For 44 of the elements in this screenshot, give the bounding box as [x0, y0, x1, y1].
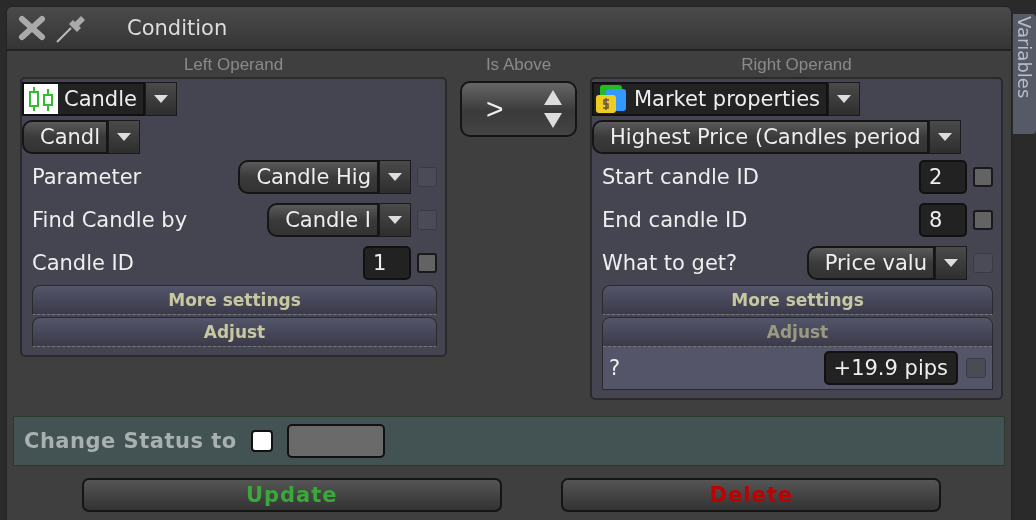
checkbox[interactable] — [417, 252, 437, 273]
section-header[interactable]: Adjust — [32, 317, 437, 347]
caret-icon — [388, 215, 402, 224]
number-field[interactable]: 1 — [363, 245, 411, 280]
field-label: What to get? — [602, 250, 739, 275]
status-field[interactable] — [286, 424, 385, 458]
source-dropdown[interactable]: Candle — [22, 82, 145, 116]
field-label: Candle ID — [32, 250, 135, 275]
section-header[interactable]: More settings — [602, 285, 993, 315]
number-field[interactable]: 2 — [919, 159, 967, 194]
checkbox[interactable] — [973, 209, 993, 230]
field-label: Start candle ID — [602, 164, 760, 189]
dropdown[interactable]: Candle Hig — [238, 159, 379, 194]
money-cards-icon — [594, 83, 628, 115]
caret-icon — [944, 258, 958, 267]
dropdown[interactable]: Candl — [22, 120, 108, 154]
caret-icon — [153, 95, 168, 103]
dropdown[interactable]: Price valu — [806, 245, 935, 280]
caret-icon — [117, 133, 131, 141]
section-header[interactable]: More settings — [32, 285, 437, 315]
number-field[interactable]: +19.9 pips — [823, 351, 958, 385]
caret-icon — [388, 172, 402, 181]
candlestick-icon — [24, 84, 58, 114]
operator-spinner[interactable]: > — [460, 81, 577, 137]
side-tab[interactable]: Variables — [1013, 14, 1036, 134]
close-icon[interactable] — [17, 14, 47, 42]
checkbox[interactable] — [973, 166, 993, 187]
window-title: Condition — [127, 16, 228, 40]
dropdown[interactable]: Highest Price (Candles period — [592, 120, 929, 154]
field-label: Parameter — [32, 164, 143, 189]
field-label: Find Candle by — [32, 207, 189, 232]
field-label: ? — [609, 356, 622, 380]
column-heading: Right Operand — [740, 55, 853, 76]
column-heading: Left Operand — [182, 55, 285, 76]
number-field[interactable]: 8 — [919, 202, 967, 237]
source-dropdown[interactable]: Market properties — [592, 82, 829, 116]
checkbox[interactable] — [250, 430, 273, 452]
dropdown[interactable]: Candle I — [267, 202, 379, 237]
up-down-arrows-icon — [543, 90, 563, 128]
field-label: End candle ID — [602, 207, 749, 232]
caret-icon — [937, 133, 952, 141]
status-label: Change Status to — [24, 429, 237, 453]
column-heading: Is Above — [484, 55, 553, 76]
caret-icon — [837, 95, 852, 103]
